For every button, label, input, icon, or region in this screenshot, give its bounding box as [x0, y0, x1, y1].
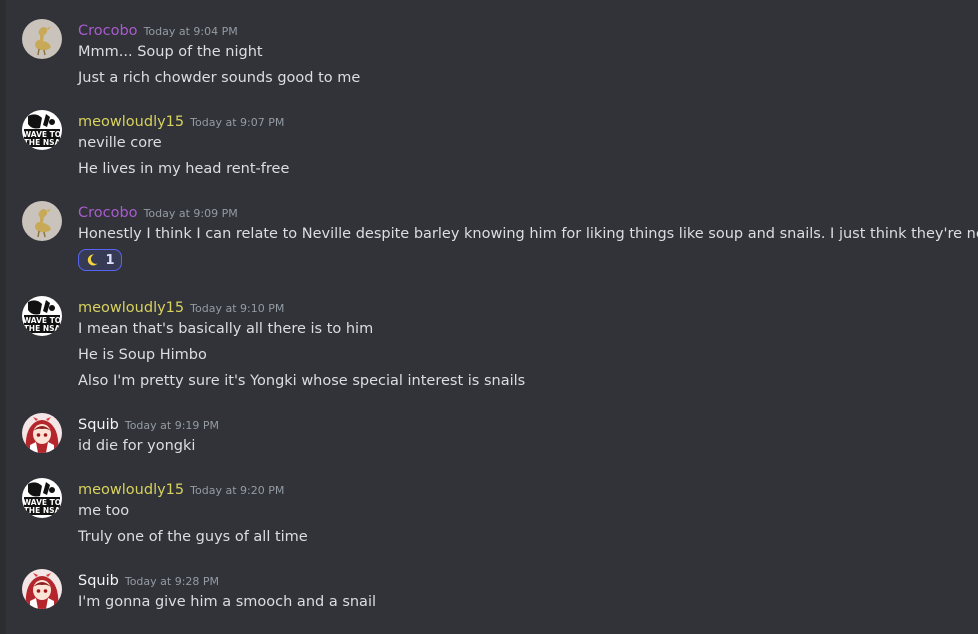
avatar[interactable]: WAVE TO THE NSA [22, 296, 62, 336]
avatar[interactable]: WAVE TO THE NSA [22, 478, 62, 518]
reaction-button[interactable]: 1 [78, 249, 122, 271]
username[interactable]: meowloudly15 [78, 300, 184, 316]
message-text: Honestly I think I can relate to Neville… [78, 226, 978, 242]
message-text: He is Soup Himbo [78, 347, 207, 363]
message-text: I mean that's basically all there is to … [78, 321, 374, 337]
username[interactable]: Squib [78, 417, 119, 433]
message-header: Squib Today at 9:28 PM [78, 569, 219, 591]
squib-avatar-icon [22, 413, 62, 453]
message-header: Crocobo Today at 9:04 PM [78, 19, 238, 41]
username[interactable]: Squib [78, 573, 119, 589]
timestamp: Today at 9:09 PM [143, 207, 238, 220]
avatar[interactable]: WAVE TO THE NSA [22, 110, 62, 150]
message-text: id die for yongki [78, 438, 196, 454]
message-text: Mmm... Soup of the night [78, 44, 263, 60]
username[interactable]: meowloudly15 [78, 482, 184, 498]
chocobo-avatar-icon [22, 201, 62, 241]
message-list: Crocobo Today at 9:04 PM Mmm... Soup of t… [0, 0, 978, 634]
svg-text:THE NSA: THE NSA [24, 138, 61, 147]
wave-to-the-nsa-avatar-icon: WAVE TO THE NSA [22, 478, 62, 518]
timestamp: Today at 9:28 PM [124, 575, 220, 588]
timestamp: Today at 9:07 PM [190, 116, 285, 129]
timestamp: Today at 9:19 PM [124, 419, 220, 432]
avatar[interactable] [22, 569, 62, 609]
message-header: meowloudly15 Today at 9:10 PM [78, 296, 284, 318]
message-text: I'm gonna give him a smooch and a snail [78, 594, 377, 610]
reaction-count: 1 [105, 252, 115, 268]
svg-text:THE NSA: THE NSA [24, 324, 61, 333]
username[interactable]: meowloudly15 [78, 114, 184, 130]
timestamp: Today at 9:04 PM [143, 25, 238, 38]
svg-text:THE NSA: THE NSA [24, 506, 61, 515]
avatar[interactable] [22, 19, 62, 59]
chocobo-avatar-icon [22, 19, 62, 59]
wave-to-the-nsa-avatar-icon: WAVE TO THE NSA [22, 296, 62, 336]
wave-to-the-nsa-avatar-icon: WAVE TO THE NSA [22, 110, 62, 150]
crescent-moon-icon [88, 254, 98, 266]
message-text: Just a rich chowder sounds good to me [78, 70, 361, 86]
message-text: neville core [78, 135, 162, 151]
username[interactable]: Crocobo [78, 205, 138, 221]
timestamp: Today at 9:20 PM [190, 484, 285, 497]
message-header: Squib Today at 9:19 PM [78, 413, 219, 435]
timestamp: Today at 9:10 PM [190, 302, 285, 315]
message-text: Truly one of the guys of all time [78, 529, 308, 545]
message-header: meowloudly15 Today at 9:07 PM [78, 110, 284, 132]
message-header: Crocobo Today at 9:09 PM [78, 201, 238, 223]
message-text: Also I'm pretty sure it's Yongki whose s… [78, 373, 526, 389]
message-header: meowloudly15 Today at 9:20 PM [78, 478, 284, 500]
squib-avatar-icon [22, 569, 62, 609]
username[interactable]: Crocobo [78, 23, 138, 39]
avatar[interactable] [22, 201, 62, 241]
avatar[interactable] [22, 413, 62, 453]
message-text: me too [78, 503, 130, 519]
message-text: He lives in my head rent-free [78, 161, 290, 177]
